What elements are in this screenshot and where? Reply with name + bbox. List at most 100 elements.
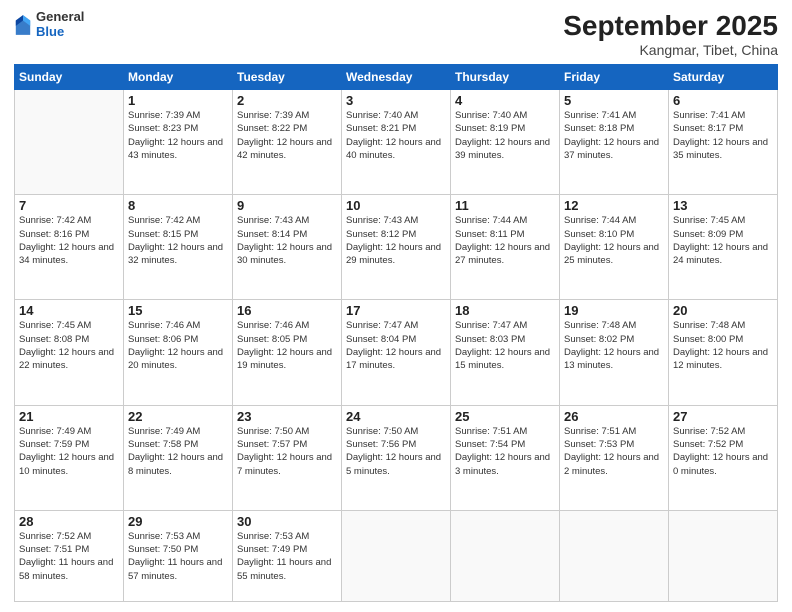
day-info: Sunrise: 7:46 AM Sunset: 8:06 PM Dayligh… xyxy=(128,319,228,372)
day-number: 12 xyxy=(564,198,664,213)
calendar-cell: 17Sunrise: 7:47 AM Sunset: 8:04 PM Dayli… xyxy=(342,300,451,405)
day-info: Sunrise: 7:45 AM Sunset: 8:09 PM Dayligh… xyxy=(673,214,773,267)
day-info: Sunrise: 7:51 AM Sunset: 7:53 PM Dayligh… xyxy=(564,425,664,478)
day-info: Sunrise: 7:50 AM Sunset: 7:56 PM Dayligh… xyxy=(346,425,446,478)
day-number: 19 xyxy=(564,303,664,318)
calendar-cell: 2Sunrise: 7:39 AM Sunset: 8:22 PM Daylig… xyxy=(233,90,342,195)
day-info: Sunrise: 7:40 AM Sunset: 8:19 PM Dayligh… xyxy=(455,109,555,162)
calendar-cell: 6Sunrise: 7:41 AM Sunset: 8:17 PM Daylig… xyxy=(669,90,778,195)
weekday-header-sunday: Sunday xyxy=(15,65,124,90)
calendar-cell xyxy=(15,90,124,195)
day-number: 27 xyxy=(673,409,773,424)
day-number: 3 xyxy=(346,93,446,108)
day-number: 23 xyxy=(237,409,337,424)
day-info: Sunrise: 7:53 AM Sunset: 7:50 PM Dayligh… xyxy=(128,530,228,583)
day-info: Sunrise: 7:39 AM Sunset: 8:22 PM Dayligh… xyxy=(237,109,337,162)
calendar-cell: 29Sunrise: 7:53 AM Sunset: 7:50 PM Dayli… xyxy=(124,510,233,601)
calendar-cell: 23Sunrise: 7:50 AM Sunset: 7:57 PM Dayli… xyxy=(233,405,342,510)
calendar-cell: 18Sunrise: 7:47 AM Sunset: 8:03 PM Dayli… xyxy=(451,300,560,405)
logo: General Blue xyxy=(14,10,84,40)
calendar-row-2: 14Sunrise: 7:45 AM Sunset: 8:08 PM Dayli… xyxy=(15,300,778,405)
day-number: 5 xyxy=(564,93,664,108)
weekday-header-wednesday: Wednesday xyxy=(342,65,451,90)
calendar-table: SundayMondayTuesdayWednesdayThursdayFrid… xyxy=(14,64,778,602)
day-number: 1 xyxy=(128,93,228,108)
calendar-cell: 11Sunrise: 7:44 AM Sunset: 8:11 PM Dayli… xyxy=(451,195,560,300)
header: General Blue September 2025 Kangmar, Tib… xyxy=(14,10,778,58)
calendar-cell: 30Sunrise: 7:53 AM Sunset: 7:49 PM Dayli… xyxy=(233,510,342,601)
day-number: 10 xyxy=(346,198,446,213)
day-info: Sunrise: 7:42 AM Sunset: 8:15 PM Dayligh… xyxy=(128,214,228,267)
day-info: Sunrise: 7:50 AM Sunset: 7:57 PM Dayligh… xyxy=(237,425,337,478)
day-info: Sunrise: 7:45 AM Sunset: 8:08 PM Dayligh… xyxy=(19,319,119,372)
calendar-cell: 13Sunrise: 7:45 AM Sunset: 8:09 PM Dayli… xyxy=(669,195,778,300)
day-number: 14 xyxy=(19,303,119,318)
calendar-cell: 10Sunrise: 7:43 AM Sunset: 8:12 PM Dayli… xyxy=(342,195,451,300)
day-number: 22 xyxy=(128,409,228,424)
weekday-header-thursday: Thursday xyxy=(451,65,560,90)
day-info: Sunrise: 7:44 AM Sunset: 8:11 PM Dayligh… xyxy=(455,214,555,267)
day-number: 18 xyxy=(455,303,555,318)
day-info: Sunrise: 7:47 AM Sunset: 8:04 PM Dayligh… xyxy=(346,319,446,372)
weekday-header-row: SundayMondayTuesdayWednesdayThursdayFrid… xyxy=(15,65,778,90)
day-info: Sunrise: 7:51 AM Sunset: 7:54 PM Dayligh… xyxy=(455,425,555,478)
calendar-cell xyxy=(451,510,560,601)
day-number: 24 xyxy=(346,409,446,424)
calendar-cell: 1Sunrise: 7:39 AM Sunset: 8:23 PM Daylig… xyxy=(124,90,233,195)
weekday-header-friday: Friday xyxy=(560,65,669,90)
calendar-cell: 20Sunrise: 7:48 AM Sunset: 8:00 PM Dayli… xyxy=(669,300,778,405)
day-info: Sunrise: 7:39 AM Sunset: 8:23 PM Dayligh… xyxy=(128,109,228,162)
day-info: Sunrise: 7:49 AM Sunset: 7:58 PM Dayligh… xyxy=(128,425,228,478)
day-number: 28 xyxy=(19,514,119,529)
day-info: Sunrise: 7:41 AM Sunset: 8:17 PM Dayligh… xyxy=(673,109,773,162)
day-number: 13 xyxy=(673,198,773,213)
day-info: Sunrise: 7:43 AM Sunset: 8:14 PM Dayligh… xyxy=(237,214,337,267)
day-number: 7 xyxy=(19,198,119,213)
day-number: 21 xyxy=(19,409,119,424)
day-number: 2 xyxy=(237,93,337,108)
day-info: Sunrise: 7:48 AM Sunset: 8:00 PM Dayligh… xyxy=(673,319,773,372)
weekday-header-saturday: Saturday xyxy=(669,65,778,90)
day-info: Sunrise: 7:52 AM Sunset: 7:52 PM Dayligh… xyxy=(673,425,773,478)
title-block: September 2025 Kangmar, Tibet, China xyxy=(563,10,778,58)
day-number: 30 xyxy=(237,514,337,529)
calendar-cell xyxy=(560,510,669,601)
day-number: 26 xyxy=(564,409,664,424)
calendar-cell: 5Sunrise: 7:41 AM Sunset: 8:18 PM Daylig… xyxy=(560,90,669,195)
logo-blue-label: Blue xyxy=(36,25,84,40)
calendar-cell: 22Sunrise: 7:49 AM Sunset: 7:58 PM Dayli… xyxy=(124,405,233,510)
calendar-cell: 28Sunrise: 7:52 AM Sunset: 7:51 PM Dayli… xyxy=(15,510,124,601)
calendar-cell: 19Sunrise: 7:48 AM Sunset: 8:02 PM Dayli… xyxy=(560,300,669,405)
day-number: 29 xyxy=(128,514,228,529)
calendar-cell: 15Sunrise: 7:46 AM Sunset: 8:06 PM Dayli… xyxy=(124,300,233,405)
day-number: 11 xyxy=(455,198,555,213)
logo-general-label: General xyxy=(36,10,84,25)
day-info: Sunrise: 7:44 AM Sunset: 8:10 PM Dayligh… xyxy=(564,214,664,267)
day-info: Sunrise: 7:47 AM Sunset: 8:03 PM Dayligh… xyxy=(455,319,555,372)
calendar-row-0: 1Sunrise: 7:39 AM Sunset: 8:23 PM Daylig… xyxy=(15,90,778,195)
calendar-cell xyxy=(669,510,778,601)
calendar-cell: 21Sunrise: 7:49 AM Sunset: 7:59 PM Dayli… xyxy=(15,405,124,510)
calendar-cell: 4Sunrise: 7:40 AM Sunset: 8:19 PM Daylig… xyxy=(451,90,560,195)
calendar-cell: 9Sunrise: 7:43 AM Sunset: 8:14 PM Daylig… xyxy=(233,195,342,300)
calendar-cell: 26Sunrise: 7:51 AM Sunset: 7:53 PM Dayli… xyxy=(560,405,669,510)
day-info: Sunrise: 7:43 AM Sunset: 8:12 PM Dayligh… xyxy=(346,214,446,267)
weekday-header-monday: Monday xyxy=(124,65,233,90)
day-number: 20 xyxy=(673,303,773,318)
day-info: Sunrise: 7:42 AM Sunset: 8:16 PM Dayligh… xyxy=(19,214,119,267)
day-number: 25 xyxy=(455,409,555,424)
day-info: Sunrise: 7:53 AM Sunset: 7:49 PM Dayligh… xyxy=(237,530,337,583)
day-number: 9 xyxy=(237,198,337,213)
month-title: September 2025 xyxy=(563,10,778,42)
day-info: Sunrise: 7:40 AM Sunset: 8:21 PM Dayligh… xyxy=(346,109,446,162)
day-info: Sunrise: 7:46 AM Sunset: 8:05 PM Dayligh… xyxy=(237,319,337,372)
calendar-cell: 8Sunrise: 7:42 AM Sunset: 8:15 PM Daylig… xyxy=(124,195,233,300)
day-number: 8 xyxy=(128,198,228,213)
calendar-cell: 7Sunrise: 7:42 AM Sunset: 8:16 PM Daylig… xyxy=(15,195,124,300)
day-info: Sunrise: 7:41 AM Sunset: 8:18 PM Dayligh… xyxy=(564,109,664,162)
logo-icon xyxy=(14,13,32,37)
day-number: 15 xyxy=(128,303,228,318)
calendar-cell: 24Sunrise: 7:50 AM Sunset: 7:56 PM Dayli… xyxy=(342,405,451,510)
calendar-cell: 3Sunrise: 7:40 AM Sunset: 8:21 PM Daylig… xyxy=(342,90,451,195)
calendar-cell xyxy=(342,510,451,601)
